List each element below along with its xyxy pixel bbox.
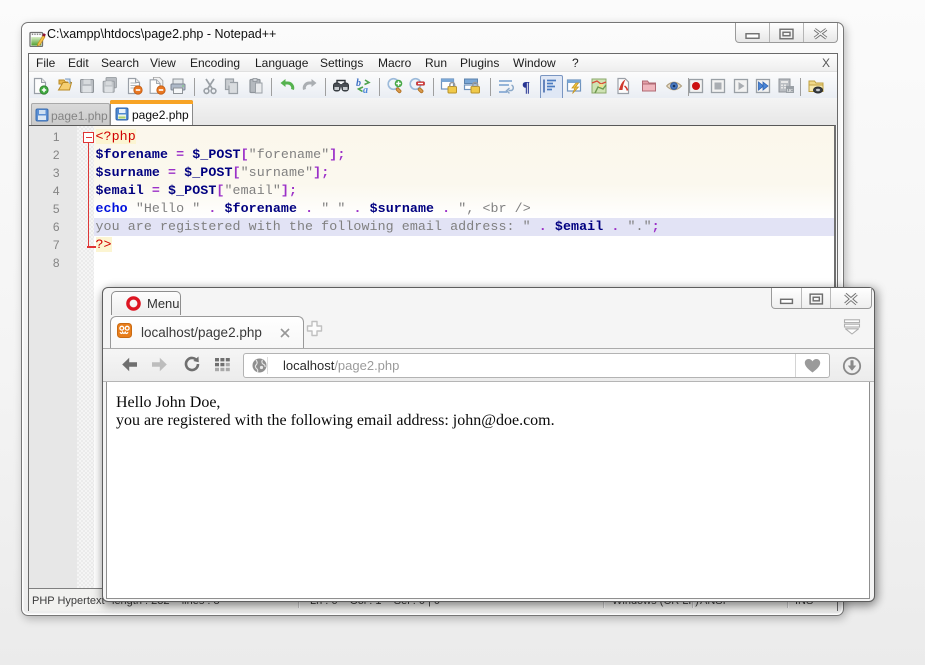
svg-text:¶: ¶	[522, 80, 530, 96]
svg-text:uc: uc	[787, 88, 793, 94]
svg-text:a: a	[363, 85, 368, 95]
